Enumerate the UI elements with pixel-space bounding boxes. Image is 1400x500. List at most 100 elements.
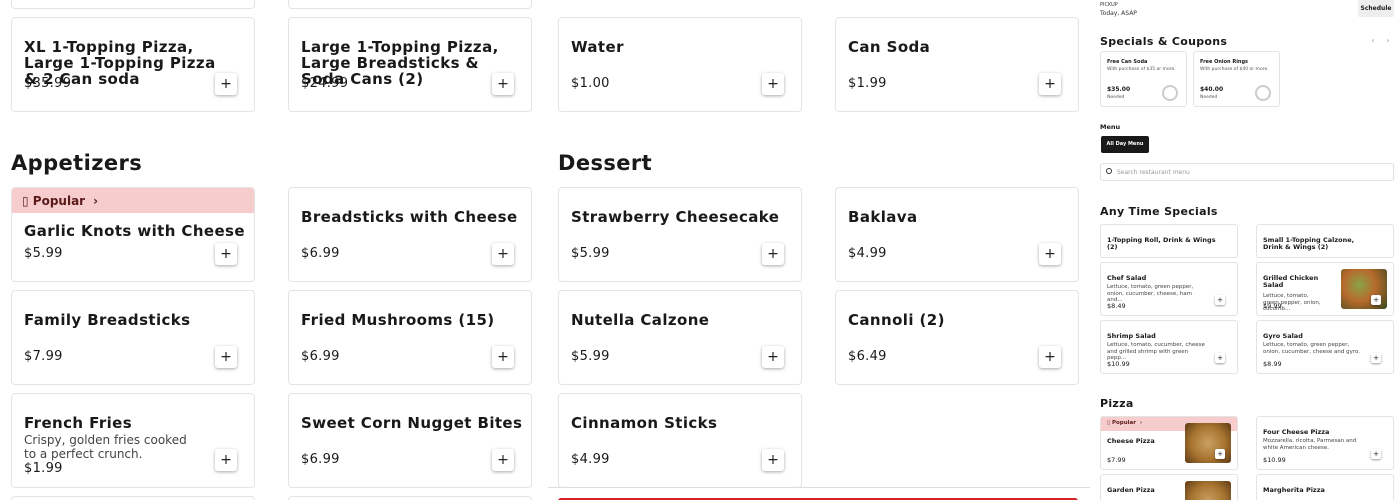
search-box[interactable]: Search restaurant menu: [1100, 163, 1394, 181]
pizza-card[interactable]: Margherita Pizza: [1256, 474, 1394, 500]
menu-label: Menu: [1100, 123, 1121, 131]
prev-arrow-icon[interactable]: ‹: [1368, 36, 1378, 46]
add-button[interactable]: +: [1371, 295, 1381, 305]
divider: [548, 487, 1090, 488]
add-button[interactable]: +: [762, 73, 784, 95]
progress-ring-icon: [1255, 85, 1271, 101]
item-name: Grilled Chicken Salad: [1263, 274, 1319, 290]
item-name: Shrimp Salad: [1107, 332, 1156, 340]
menu-item-card[interactable]: Sweet Corn Nugget Bites $6.99 +: [288, 393, 532, 488]
item-name: Garlic Knots with Cheese: [24, 222, 245, 240]
popular-label: Popular: [1111, 420, 1136, 426]
item-description: Lettuce, tomato, cucumber, cheese and gr…: [1107, 342, 1205, 362]
item-name: Nutella Calzone: [571, 311, 710, 329]
all-day-menu-button[interactable]: All Day Menu: [1101, 136, 1149, 153]
coupon-needed: Needed: [1200, 95, 1218, 100]
coupon-needed: Needed: [1107, 95, 1125, 100]
menu-item-card[interactable]: Family Breadsticks $7.99 +: [11, 290, 255, 385]
item-price: $5.99: [571, 349, 610, 364]
menu-item-card[interactable]: Large 1-Topping Pizza, Large Breadsticks…: [288, 17, 532, 112]
menu-item-card[interactable]: Water $1.00 +: [558, 17, 802, 112]
pizza-image: [1185, 481, 1231, 500]
menu-item-card[interactable]: Nutella Calzone $5.99 +: [558, 290, 802, 385]
pizza-card[interactable]: Garden Pizza: [1100, 474, 1238, 500]
item-price: $4.99: [848, 246, 887, 261]
coupon-amount: $35.00: [1107, 86, 1131, 93]
pickup-label: PICKUP: [1100, 2, 1118, 8]
add-button[interactable]: +: [492, 346, 514, 368]
special-card[interactable]: Grilled Chicken Salad Lettuce, tomato, g…: [1256, 262, 1394, 316]
item-name: Small 1-Topping Calzone, Drink & Wings (…: [1263, 236, 1355, 252]
section-title-appetizers: Appetizers: [11, 151, 143, 175]
coupon-card[interactable]: Free Can Soda With purchase of $35 or mo…: [1100, 51, 1187, 107]
item-price: $5.99: [571, 246, 610, 261]
item-price: $1.00: [571, 76, 610, 91]
item-name: Cannoli (2): [848, 311, 945, 329]
special-card[interactable]: Small 1-Topping Calzone, Drink & Wings (…: [1256, 224, 1394, 258]
item-price: $10.99: [1107, 360, 1130, 368]
add-button[interactable]: +: [215, 449, 237, 471]
add-button[interactable]: +: [492, 73, 514, 95]
item-price: $1.99: [848, 76, 887, 91]
coupon-card[interactable]: Free Onion Rings With purchase of $40 or…: [1193, 51, 1280, 107]
cut-card: [288, 496, 532, 500]
item-description: Mozzarella, ricotta, Parmesan and white …: [1263, 438, 1357, 451]
menu-item-card[interactable]: Breadsticks with Cheese $6.99 +: [288, 187, 532, 282]
menu-item-card[interactable]: ▯ Popular › Garlic Knots with Cheese $5.9…: [11, 187, 255, 282]
item-name: Cheese Pizza: [1107, 437, 1155, 445]
add-button[interactable]: +: [1039, 243, 1061, 265]
menu-item-card[interactable]: Strawberry Cheesecake $5.99 +: [558, 187, 802, 282]
special-card[interactable]: Shrimp Salad Lettuce, tomato, cucumber, …: [1100, 320, 1238, 374]
next-arrow-icon[interactable]: ›: [1383, 36, 1393, 46]
item-name: Four Cheese Pizza: [1263, 428, 1330, 436]
menu-item-card[interactable]: Cinnamon Sticks $4.99 +: [558, 393, 802, 488]
menu-item-card[interactable]: XL 1-Topping Pizza, Large 1-Topping Pizz…: [11, 17, 255, 112]
item-price: $1.99: [24, 461, 63, 476]
add-button[interactable]: +: [215, 346, 237, 368]
chevron-right-icon: ›: [1139, 420, 1143, 426]
specials-title: Specials & Coupons: [1100, 35, 1228, 48]
menu-item-card[interactable]: French Fries Crispy, golden fries cooked…: [11, 393, 255, 488]
add-button[interactable]: +: [1215, 295, 1225, 305]
add-button[interactable]: +: [215, 73, 237, 95]
item-name: 1-Topping Roll, Drink & Wings (2): [1107, 236, 1216, 252]
item-price: $35.99: [24, 76, 72, 91]
item-price: $6.49: [848, 349, 887, 364]
add-button[interactable]: +: [1039, 346, 1061, 368]
add-button[interactable]: +: [1371, 449, 1381, 459]
add-button[interactable]: +: [215, 243, 237, 265]
item-price: $5.99: [24, 246, 63, 261]
add-button[interactable]: +: [1215, 353, 1225, 363]
search-icon: [1106, 168, 1112, 174]
item-name: Sweet Corn Nugget Bites: [301, 414, 523, 432]
pizza-card[interactable]: ▯ Popular › Cheese Pizza $7.99 +: [1100, 416, 1238, 470]
cut-card: [11, 496, 255, 500]
coupon-title: Free Onion Rings: [1200, 59, 1249, 65]
add-button[interactable]: +: [492, 243, 514, 265]
special-card[interactable]: Chef Salad Lettuce, tomato, green pepper…: [1100, 262, 1238, 316]
special-card[interactable]: Gyro Salad Lettuce, tomato, green pepper…: [1256, 320, 1394, 374]
add-button[interactable]: +: [762, 243, 784, 265]
schedule-button[interactable]: Schedule: [1358, 0, 1394, 17]
progress-ring-icon: [1162, 85, 1178, 101]
menu-item-card[interactable]: Fried Mushrooms (15) $6.99 +: [288, 290, 532, 385]
menu-item-card[interactable]: Baklava $4.99 +: [835, 187, 1079, 282]
item-name: Margherita Pizza: [1263, 486, 1325, 494]
item-name: Fried Mushrooms (15): [301, 311, 495, 329]
add-button[interactable]: +: [492, 449, 514, 471]
add-button[interactable]: +: [762, 346, 784, 368]
chevron-right-icon: ›: [93, 194, 99, 208]
item-description: Lettuce, tomato, green pepper, onion, cu…: [1107, 284, 1194, 304]
menu-item-card[interactable]: Can Soda $1.99 +: [835, 17, 1079, 112]
pickup-time: Today, ASAP: [1100, 10, 1137, 17]
add-button[interactable]: +: [1039, 73, 1061, 95]
search-input[interactable]: Search restaurant menu: [1117, 169, 1190, 176]
pizza-card[interactable]: Four Cheese Pizza Mozzarella, ricotta, P…: [1256, 416, 1394, 470]
add-button[interactable]: +: [1371, 353, 1381, 363]
add-button[interactable]: +: [1215, 449, 1225, 459]
menu-item-card[interactable]: Cannoli (2) $6.49 +: [835, 290, 1079, 385]
item-price: $8.99: [1263, 360, 1282, 368]
add-button[interactable]: +: [762, 449, 784, 471]
item-name: Garden Pizza: [1107, 486, 1155, 494]
special-card[interactable]: 1-Topping Roll, Drink & Wings (2): [1100, 224, 1238, 258]
